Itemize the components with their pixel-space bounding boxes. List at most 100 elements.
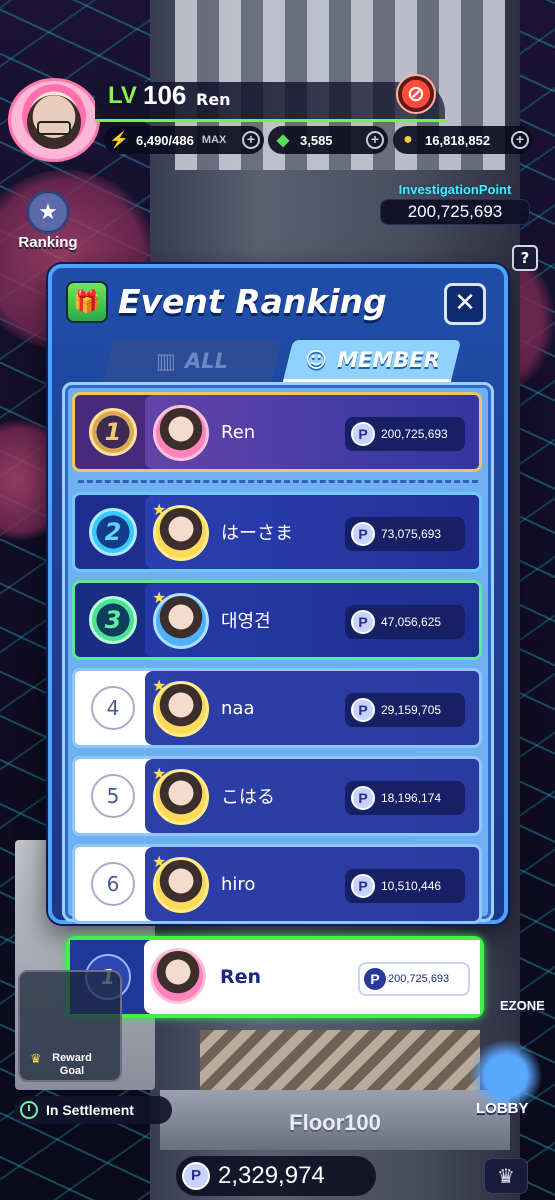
avatar bbox=[153, 405, 209, 461]
star-icon: ★ bbox=[152, 852, 167, 871]
gem-icon: ◆ bbox=[276, 132, 290, 149]
level-prefix: LV bbox=[108, 82, 137, 109]
settlement-status: In Settlement bbox=[14, 1096, 172, 1124]
crown-icon[interactable]: ♛ bbox=[484, 1158, 528, 1194]
star-icon: ★ bbox=[152, 764, 167, 783]
ezone-label: EZONE bbox=[500, 998, 545, 1013]
score-value: 200,725,693 bbox=[381, 427, 448, 441]
avatar: ★ bbox=[152, 588, 209, 649]
points-icon: P bbox=[182, 1162, 210, 1190]
score-value: 10,510,446 bbox=[381, 879, 442, 893]
star-icon: ★ bbox=[152, 676, 167, 695]
points-icon: P bbox=[351, 522, 375, 546]
avatar-face bbox=[27, 95, 81, 149]
energy-value: 6,490/486 bbox=[136, 132, 194, 148]
player-name: Ren bbox=[221, 421, 256, 443]
total-points: P 2,329,974 bbox=[176, 1156, 376, 1196]
bronze-medal-icon: 3 bbox=[89, 596, 137, 644]
members-icon: ☺ bbox=[305, 347, 327, 372]
settlement-label: In Settlement bbox=[46, 1102, 134, 1118]
lobby-label: LOBBY bbox=[476, 1100, 529, 1117]
ranking-row[interactable]: 5 ★ こはる P 18,196,174 bbox=[72, 756, 482, 836]
modal-title: Event Ranking bbox=[118, 282, 387, 321]
investigation-point-value: 200,725,693 bbox=[380, 199, 530, 225]
score-value: 18,196,174 bbox=[381, 791, 442, 805]
ranking-button[interactable]: ★ Ranking bbox=[6, 190, 90, 260]
avatar: ★ bbox=[152, 852, 209, 913]
alarm-clock-icon[interactable]: ⊘ bbox=[396, 74, 436, 114]
ranking-row[interactable]: 6 ★ hiro P 10,510,446 bbox=[72, 844, 482, 924]
gold-medal-icon: 1 bbox=[89, 408, 137, 456]
rank-cell: 1 bbox=[75, 395, 151, 469]
avatar: ★ bbox=[152, 676, 209, 737]
add-energy-button[interactable]: + bbox=[242, 131, 260, 149]
score: P 10,510,446 bbox=[345, 869, 465, 903]
score: P 18,196,174 bbox=[345, 781, 465, 815]
building-icon: ▥ bbox=[155, 349, 176, 373]
energy-counter: ⚡ 6,490/486 MAX + bbox=[104, 126, 264, 154]
score: P 200,725,693 bbox=[358, 962, 470, 996]
player-name: はーさま bbox=[221, 523, 293, 544]
star-icon: ★ bbox=[152, 500, 167, 519]
player-name: こはる bbox=[221, 787, 275, 808]
rank-cell: 6 bbox=[75, 847, 151, 921]
gift-icon[interactable]: 🎁 bbox=[66, 281, 108, 323]
score: P 200,725,693 bbox=[345, 417, 465, 451]
score-value: 29,159,705 bbox=[381, 703, 442, 717]
reward-label-line1: Reward bbox=[52, 1052, 92, 1064]
score: P 47,056,625 bbox=[345, 605, 465, 639]
player-avatar[interactable] bbox=[8, 78, 100, 162]
rank-cell: 3 bbox=[75, 583, 151, 657]
reward-label-line2: Goal bbox=[59, 1065, 85, 1077]
tab-all[interactable]: ▥ ALL bbox=[102, 340, 282, 382]
gem-counter: ◆ 3,585 + bbox=[268, 126, 388, 154]
score: P 73,075,693 bbox=[345, 517, 465, 551]
tab-all-label: ALL bbox=[185, 349, 229, 373]
investigation-point-title: InvestigationPoint bbox=[398, 182, 512, 197]
avatar bbox=[150, 948, 206, 1004]
level-number: 106 bbox=[143, 80, 187, 110]
player-name: 대영견 bbox=[221, 611, 271, 632]
energy-max-label: MAX bbox=[201, 134, 227, 146]
rank-number: 6 bbox=[91, 862, 135, 906]
score-value: 200,725,693 bbox=[388, 973, 450, 985]
tab-member-label: MEMBER bbox=[336, 347, 440, 372]
rank-cell: 4 bbox=[75, 671, 151, 745]
top-rank-divider bbox=[78, 480, 478, 483]
score-value: 47,056,625 bbox=[381, 615, 442, 629]
ranking-row[interactable]: 4 ★ naa P 29,159,705 bbox=[72, 668, 482, 748]
rank-number: 5 bbox=[91, 774, 135, 818]
rank-cell: 5 bbox=[75, 759, 151, 833]
points-icon: P bbox=[364, 968, 386, 990]
reward-goal-label: Reward Goal bbox=[22, 1052, 122, 1078]
avatar: ★ bbox=[152, 764, 209, 825]
points-icon: P bbox=[351, 698, 375, 722]
add-coin-button[interactable]: + bbox=[511, 131, 529, 149]
add-gem-button[interactable]: + bbox=[366, 131, 384, 149]
coin-icon: ● bbox=[403, 131, 413, 148]
star-icon: ★ bbox=[152, 588, 167, 607]
ezone-button[interactable] bbox=[506, 905, 555, 1005]
ranking-label: Ranking bbox=[18, 234, 78, 251]
my-rank-row[interactable]: 1 Ren P200,725,693 bbox=[66, 936, 484, 1018]
tab-member[interactable]: ☺ MEMBER bbox=[282, 340, 462, 382]
score-value: 73,075,693 bbox=[381, 527, 442, 541]
player-name: Ren bbox=[196, 90, 231, 109]
ranking-row[interactable]: 3 ★ 대영견 P 47,056,625 bbox=[72, 580, 482, 660]
help-button[interactable]: ? bbox=[512, 245, 538, 271]
coin-value: 16,818,852 bbox=[425, 132, 491, 148]
lightning-icon: ⚡ bbox=[109, 132, 129, 149]
points-icon: P bbox=[351, 786, 375, 810]
coin-counter: ● 16,818,852 + bbox=[393, 126, 533, 154]
points-icon: P bbox=[351, 610, 375, 634]
avatar: ★ bbox=[152, 500, 209, 561]
player-name: naa bbox=[221, 697, 255, 719]
rank-cell: 2 bbox=[75, 495, 151, 569]
ranking-row[interactable]: 2 ★ はーさま P 73,075,693 bbox=[72, 492, 482, 572]
floor-label: Floor100 bbox=[289, 1110, 381, 1135]
clock-icon bbox=[20, 1101, 38, 1119]
close-button[interactable]: ✕ bbox=[444, 283, 486, 325]
ranking-row[interactable]: 1 Ren P 200,725,693 bbox=[72, 392, 482, 472]
total-points-value: 2,329,974 bbox=[218, 1162, 325, 1189]
investigation-point-display: InvestigationPoint 200,725,693 bbox=[380, 182, 530, 232]
